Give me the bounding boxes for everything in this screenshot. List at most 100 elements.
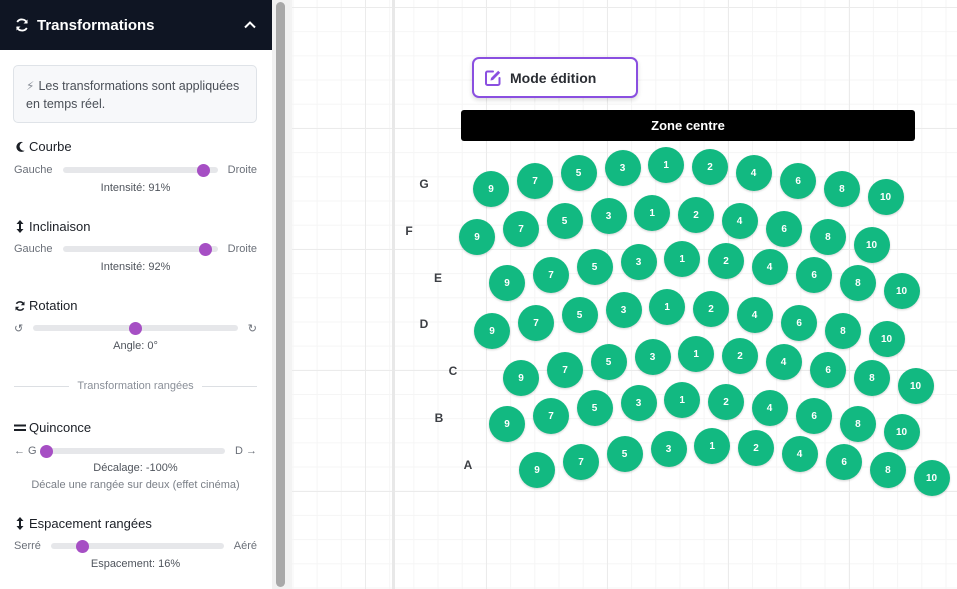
seat-D-7[interactable]: 7	[518, 305, 554, 341]
espacement-slider[interactable]	[50, 539, 224, 553]
refresh-icon	[14, 17, 30, 33]
seat-G-6[interactable]: 6	[780, 163, 817, 199]
seat-E-9[interactable]: 9	[489, 265, 525, 301]
seat-G-7[interactable]: 7	[517, 163, 553, 199]
seat-B-8[interactable]: 8	[839, 406, 876, 442]
info-box: ⚡ Les transformations sont appliquées en …	[13, 65, 257, 123]
seat-C-6[interactable]: 6	[810, 352, 847, 388]
seat-F-3[interactable]: 3	[590, 198, 627, 234]
seat-G-3[interactable]: 3	[604, 150, 641, 186]
mode-edition-button[interactable]: Mode édition	[472, 57, 638, 98]
seat-F-1[interactable]: 1	[634, 195, 671, 231]
espacement-slider-thumb[interactable]	[75, 539, 89, 553]
panel-header[interactable]: Transformations	[0, 0, 272, 50]
seat-B-7[interactable]: 7	[533, 398, 569, 434]
seat-D-6[interactable]: 6	[781, 305, 818, 341]
chevron-up-icon[interactable]	[242, 17, 258, 33]
quinconce-slider[interactable]	[40, 444, 225, 458]
seat-E-8[interactable]: 8	[839, 265, 876, 301]
seat-D-2[interactable]: 2	[693, 291, 729, 327]
seat-A-8[interactable]: 8	[869, 452, 906, 488]
seat-B-2[interactable]: 2	[708, 384, 744, 420]
seat-D-4[interactable]: 4	[736, 297, 773, 333]
seat-B-9[interactable]: 9	[489, 406, 525, 442]
seat-F-10[interactable]: 10	[853, 227, 890, 263]
seat-D-10[interactable]: 10	[868, 321, 905, 357]
seat-G-4[interactable]: 4	[735, 155, 772, 191]
rotation-slider-thumb[interactable]	[129, 321, 142, 335]
seat-D-9[interactable]: 9	[474, 313, 510, 349]
inclinaison-slider-row: Gauche Droite	[14, 241, 257, 257]
seat-C-9[interactable]: 9	[503, 360, 539, 396]
seat-C-10[interactable]: 10	[897, 368, 934, 404]
courbe-slider[interactable]	[62, 163, 218, 177]
info-text: Les transformations sont appliquées en t…	[26, 79, 240, 111]
seat-C-5[interactable]: 5	[590, 344, 627, 380]
inclinaison-right-label: Droite	[227, 243, 257, 255]
seat-G-2[interactable]: 2	[692, 149, 728, 185]
seat-A-7[interactable]: 7	[563, 444, 599, 480]
seat-C-1[interactable]: 1	[678, 336, 715, 372]
seat-E-4[interactable]: 4	[751, 249, 788, 285]
seat-B-1[interactable]: 1	[664, 382, 701, 418]
espacement-right-label: Aéré	[233, 540, 257, 552]
seat-G-8[interactable]: 8	[823, 171, 860, 207]
seat-D-5[interactable]: 5	[561, 297, 598, 333]
seat-E-6[interactable]: 6	[796, 257, 833, 293]
seat-A-5[interactable]: 5	[606, 436, 643, 472]
seat-A-1[interactable]: 1	[694, 428, 731, 464]
seat-B-6[interactable]: 6	[796, 398, 833, 434]
seat-A-9[interactable]: 9	[519, 452, 555, 488]
seat-C-8[interactable]: 8	[853, 360, 890, 396]
seat-E-5[interactable]: 5	[576, 249, 613, 285]
inclinaison-slider[interactable]	[62, 242, 218, 256]
panel-scrollbar-thumb[interactable]	[276, 2, 285, 587]
seat-C-4[interactable]: 4	[765, 344, 802, 380]
mode-edition-label: Mode édition	[510, 69, 597, 86]
rotation-slider[interactable]	[33, 321, 238, 335]
seat-B-10[interactable]: 10	[883, 414, 920, 450]
seat-G-10[interactable]: 10	[867, 179, 904, 215]
seat-E-3[interactable]: 3	[620, 244, 657, 280]
row-label-C: C	[448, 364, 458, 378]
seat-E-7[interactable]: 7	[533, 257, 569, 293]
seat-C-2[interactable]: 2	[722, 338, 758, 374]
seat-F-6[interactable]: 6	[766, 211, 803, 247]
zone-label-bar[interactable]: Zone centre	[461, 110, 915, 141]
refresh-icon	[14, 299, 26, 312]
quinconce-right-label: D →	[235, 445, 257, 457]
seat-F-9[interactable]: 9	[459, 219, 495, 255]
courbe-title: Courbe	[14, 139, 72, 154]
rotation-caption: Angle: 0°	[113, 340, 158, 352]
seat-A-10[interactable]: 10	[913, 460, 950, 496]
seat-D-3[interactable]: 3	[605, 292, 642, 328]
seat-D-8[interactable]: 8	[824, 313, 861, 349]
seat-C-7[interactable]: 7	[547, 352, 583, 388]
seat-A-2[interactable]: 2	[738, 430, 774, 466]
seat-E-1[interactable]: 1	[664, 241, 701, 277]
seat-B-5[interactable]: 5	[576, 390, 613, 426]
seat-A-3[interactable]: 3	[650, 431, 687, 467]
seat-F-7[interactable]: 7	[503, 211, 539, 247]
seat-F-2[interactable]: 2	[678, 197, 714, 233]
seat-B-3[interactable]: 3	[620, 385, 657, 421]
seat-A-4[interactable]: 4	[781, 436, 818, 472]
seat-E-2[interactable]: 2	[708, 243, 744, 279]
seat-F-8[interactable]: 8	[809, 219, 846, 255]
courbe-slider-thumb[interactable]	[197, 163, 211, 177]
seat-G-1[interactable]: 1	[648, 147, 685, 183]
seat-G-5[interactable]: 5	[560, 155, 597, 191]
seat-C-3[interactable]: 3	[634, 339, 671, 375]
seat-F-5[interactable]: 5	[546, 203, 583, 239]
seat-B-4[interactable]: 4	[751, 390, 788, 426]
seat-G-9[interactable]: 9	[473, 171, 509, 207]
courbe-caption: Intensité: 91%	[100, 182, 171, 194]
bolt-icon: ⚡	[26, 79, 35, 93]
inclinaison-title: Inclinaison	[14, 219, 90, 234]
seat-E-10[interactable]: 10	[883, 273, 920, 309]
inclinaison-slider-thumb[interactable]	[198, 242, 212, 256]
quinconce-slider-thumb[interactable]	[40, 444, 54, 458]
seat-D-1[interactable]: 1	[649, 289, 686, 325]
seat-F-4[interactable]: 4	[721, 203, 758, 239]
seat-A-6[interactable]: 6	[826, 444, 863, 480]
